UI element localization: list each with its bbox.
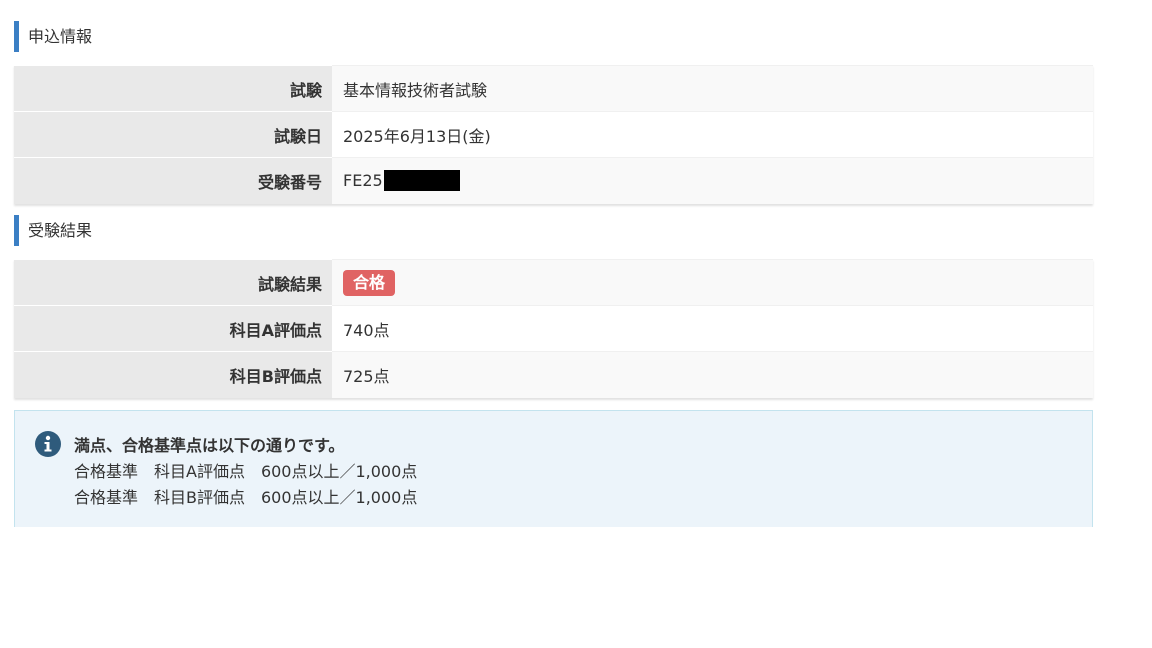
notice-line-a: 合格基準 科目A評価点 600点以上／1,000点 <box>74 462 418 481</box>
row-value-result: 合格 <box>332 259 1093 306</box>
table-row: 試験結果 合格 <box>14 259 1093 306</box>
table-row: 試験日 2025年6月13日(金) <box>14 111 1093 158</box>
table-row: 受験番号 FE25 <box>14 157 1093 204</box>
row-label-result: 試験結果 <box>14 259 332 306</box>
exam-result-page: 申込情報 試験 基本情報技術者試験 試験日 2025年6月13日(金) 受験番号… <box>0 0 1152 648</box>
pass-badge: 合格 <box>343 269 396 296</box>
row-value-exam: 基本情報技術者試験 <box>332 65 1093 112</box>
row-value-exam-number: FE25 <box>332 157 1093 204</box>
row-value-score-b: 725点 <box>332 351 1093 398</box>
row-label-exam-date: 試験日 <box>14 111 332 158</box>
row-label-exam: 試験 <box>14 65 332 112</box>
row-value-exam-date: 2025年6月13日(金) <box>332 111 1093 158</box>
table-row: 科目A評価点 740点 <box>14 305 1093 352</box>
row-value-score-a: 740点 <box>332 305 1093 352</box>
redaction-block <box>383 170 460 192</box>
row-label-exam-number: 受験番号 <box>14 157 332 204</box>
notice-heading: 満点、合格基準点は以下の通りです。 <box>74 436 345 455</box>
exam-number-prefix: FE25 <box>343 171 383 191</box>
section-title-result: 受験結果 <box>14 215 92 246</box>
info-circle-icon <box>35 431 61 457</box>
row-label-score-b: 科目B評価点 <box>14 351 332 398</box>
notice-text: 満点、合格基準点は以下の通りです。 合格基準 科目A評価点 600点以上／1,0… <box>74 433 417 511</box>
table-row: 科目B評価点 725点 <box>14 351 1093 398</box>
passing-criteria-notice: 満点、合格基準点は以下の通りです。 合格基準 科目A評価点 600点以上／1,0… <box>14 410 1093 527</box>
result-info-table: 試験結果 合格 科目A評価点 740点 科目B評価点 725点 <box>14 259 1093 398</box>
table-row: 試験 基本情報技術者試験 <box>14 65 1093 112</box>
application-info-table: 試験 基本情報技術者試験 試験日 2025年6月13日(金) 受験番号 FE25 <box>14 65 1093 204</box>
row-label-score-a: 科目A評価点 <box>14 305 332 352</box>
section-title-application: 申込情報 <box>14 21 92 52</box>
notice-line-b: 合格基準 科目B評価点 600点以上／1,000点 <box>74 488 418 507</box>
